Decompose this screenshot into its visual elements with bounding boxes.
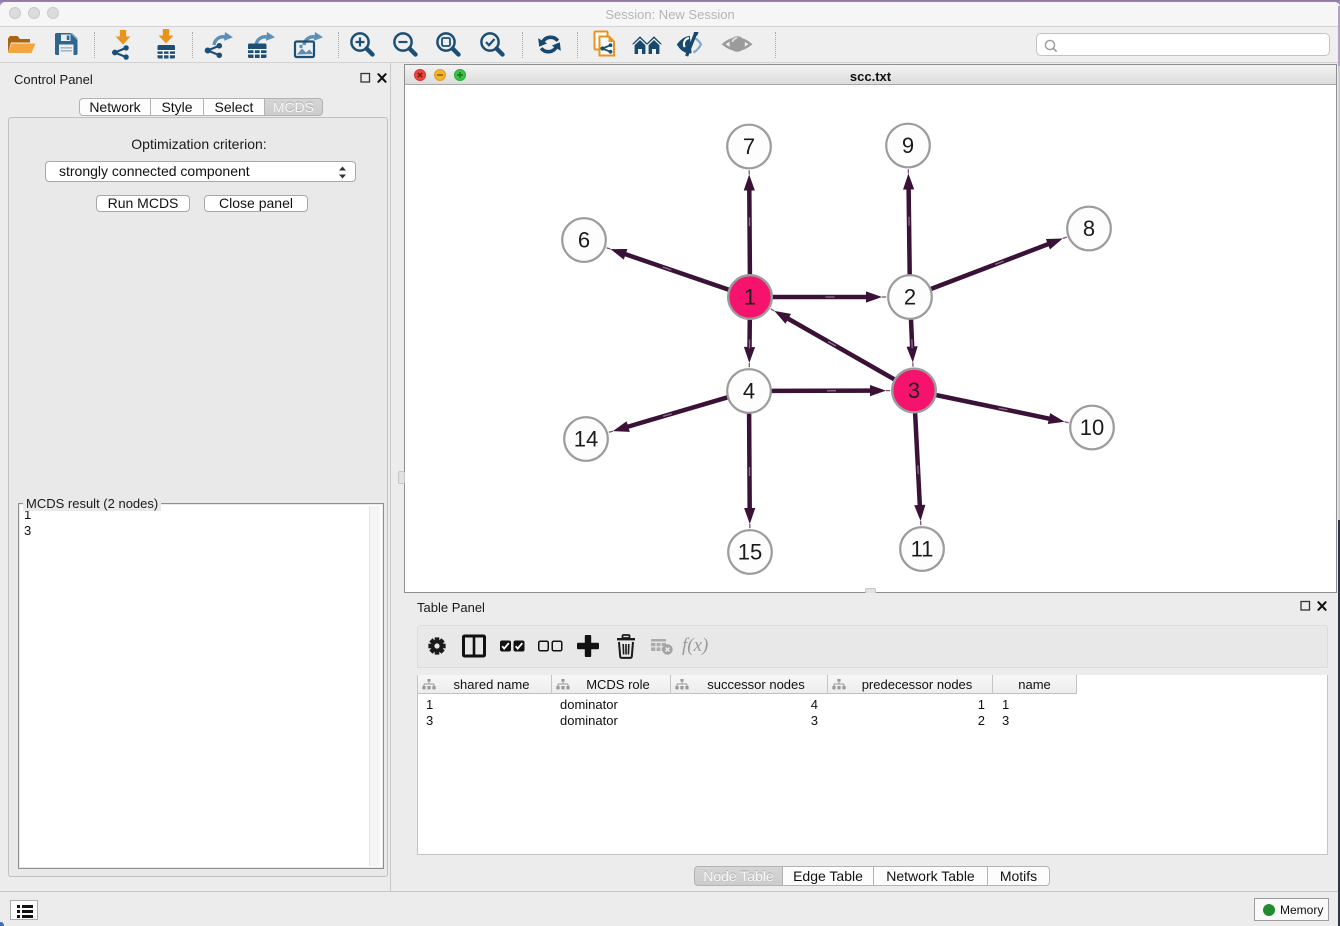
svg-text:6: 6 [578,228,590,253]
svg-text:8: 8 [1083,216,1095,241]
svg-text:11: 11 [911,537,934,562]
svg-text:4: 4 [743,379,755,404]
svg-text:1: 1 [744,285,756,310]
svg-text:7: 7 [743,134,755,159]
svg-text:15: 15 [738,540,762,565]
svg-text:3: 3 [908,378,920,403]
svg-text:10: 10 [1080,415,1104,440]
svg-text:2: 2 [904,285,916,310]
svg-text:9: 9 [902,133,914,158]
svg-text:14: 14 [574,427,598,452]
